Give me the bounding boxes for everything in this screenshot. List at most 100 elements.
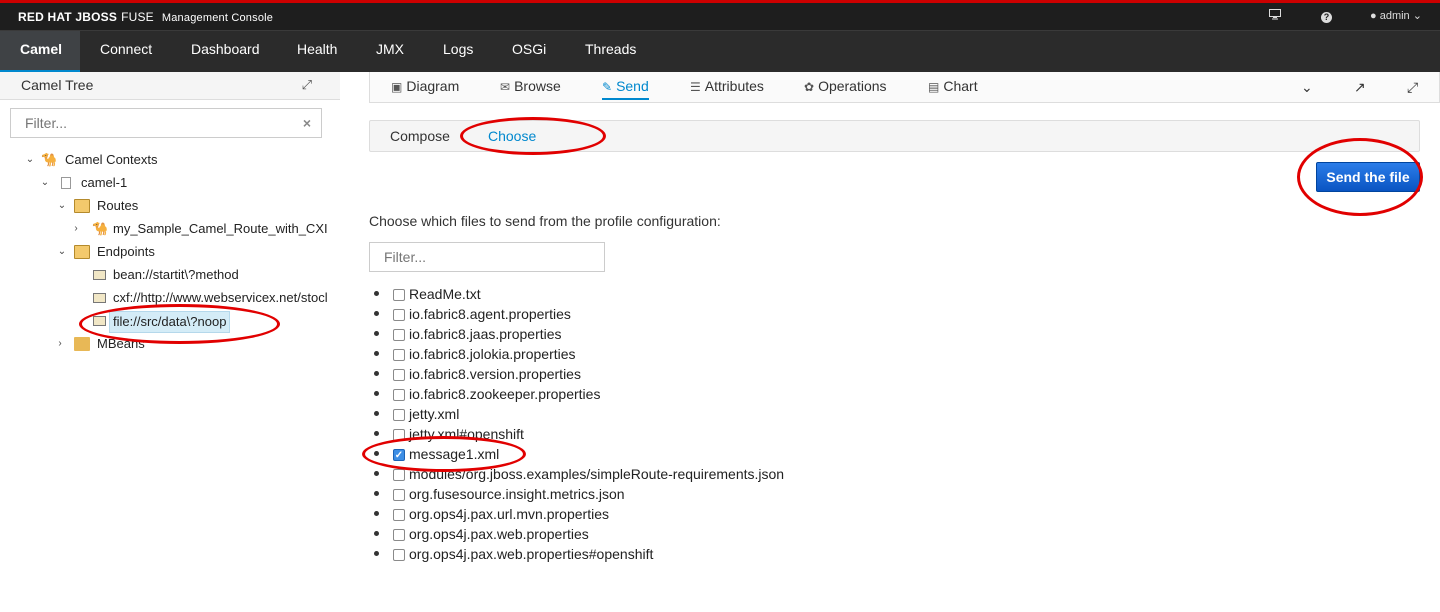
file-item: io.fabric8.agent.properties: [374, 304, 794, 324]
bullet-icon: [374, 551, 379, 556]
clear-filter-icon[interactable]: ×: [303, 115, 311, 131]
bullet-icon: [374, 291, 379, 296]
file-name: org.fusesource.insight.metrics.json: [409, 486, 625, 502]
file-name: message1.xml: [409, 446, 500, 462]
brand-subtitle: Management Console: [161, 12, 274, 24]
chevron-down-icon[interactable]: ⌄: [56, 196, 68, 216]
camel-tree-sidebar: Camel Tree ⤢ × ⌄ 🐪 Camel Contexts ⌄ came…: [0, 72, 340, 612]
file-item: ✓ message1.xml: [374, 444, 794, 464]
main-panel: ▣ Diagram ✉ Browse ✎ Send ☰ Attributes ✿ Oper…: [360, 72, 1440, 612]
file-name: jetty.xml: [409, 406, 460, 422]
envelope-icon: ✉: [500, 80, 511, 94]
file-item: ReadMe.txt: [374, 284, 794, 304]
user-menu[interactable]: ● admin ⌄: [1370, 9, 1422, 22]
tab-send[interactable]: ✎ Send: [602, 78, 649, 100]
chevron-down-icon[interactable]: ⌄: [39, 173, 51, 193]
nav-health[interactable]: Health: [277, 31, 357, 72]
tree-filter: ×: [10, 108, 322, 138]
file-checkbox[interactable]: [393, 329, 405, 341]
tab-label: Diagram: [406, 78, 460, 94]
tree-node-context[interactable]: ⌄ camel-1: [0, 173, 340, 193]
nav-dashboard[interactable]: Dashboard: [171, 31, 280, 72]
file-name: org.ops4j.pax.web.properties: [409, 526, 589, 542]
leaf-icon: ✿: [804, 80, 815, 94]
tree-filter-input[interactable]: [11, 109, 291, 137]
user-icon: ●: [1370, 10, 1377, 22]
expand-icon[interactable]: ⤢: [302, 77, 312, 93]
tab-diagram[interactable]: ▣ Diagram: [391, 78, 459, 100]
file-checkbox[interactable]: [393, 529, 405, 541]
file-name: ReadMe.txt: [409, 286, 481, 302]
tab-label: Operations: [818, 78, 887, 94]
file-checkbox[interactable]: ✓: [393, 449, 405, 461]
file-checkbox[interactable]: [393, 469, 405, 481]
file-checkbox[interactable]: [393, 509, 405, 521]
bullet-icon: [374, 351, 379, 356]
file-checkbox[interactable]: [393, 389, 405, 401]
help-icon[interactable]: ?: [1321, 12, 1332, 23]
share-icon[interactable]: ↗: [1354, 79, 1366, 96]
bullet-icon: [374, 311, 379, 316]
file-checkbox[interactable]: [393, 289, 405, 301]
brand-logo[interactable]: RED HAT JBOSS FUSE Management Console: [18, 10, 273, 24]
tab-operations[interactable]: ✿ Operations: [804, 78, 887, 100]
tab-attributes[interactable]: ☰ Attributes: [690, 78, 764, 100]
file-name: org.ops4j.pax.url.mvn.properties: [409, 506, 609, 522]
tree-node-route[interactable]: › 🐪 my_Sample_Camel_Route_with_CXI: [0, 219, 340, 239]
tree-label: my_Sample_Camel_Route_with_CXI: [113, 221, 328, 236]
chevron-right-icon[interactable]: ›: [54, 334, 66, 354]
tab-browse[interactable]: ✉ Browse: [500, 78, 561, 100]
tab-chart[interactable]: ▤ Chart: [928, 78, 978, 100]
monitor-icon[interactable]: [1269, 9, 1281, 23]
tab-label: Attributes: [704, 78, 764, 94]
instruction-text: Choose which files to send from the prof…: [369, 213, 721, 229]
nav-camel[interactable]: Camel: [0, 31, 80, 72]
tree-label: cxf://http://www.webservicex.net/stocl: [113, 290, 328, 305]
sidebar-header: Camel Tree ⤢: [0, 72, 340, 100]
tree-node-endpoint[interactable]: cxf://http://www.webservicex.net/stocl: [0, 288, 332, 308]
file-name: io.fabric8.agent.properties: [409, 306, 571, 322]
file-checkbox[interactable]: [393, 549, 405, 561]
file-filter-input[interactable]: [370, 243, 604, 271]
file-checkbox[interactable]: [393, 429, 405, 441]
file-checkbox[interactable]: [393, 349, 405, 361]
subtab-choose[interactable]: Choose: [488, 128, 536, 144]
nav-connect[interactable]: Connect: [80, 31, 172, 72]
chevron-down-icon[interactable]: ⌄: [24, 150, 36, 170]
file-checkbox[interactable]: [393, 369, 405, 381]
send-file-button[interactable]: Send the file: [1316, 162, 1420, 192]
tree-label: camel-1: [81, 175, 128, 190]
brand-bar: RED HAT JBOSS FUSE Management Console ? ● …: [0, 3, 1440, 31]
file-checkbox[interactable]: [393, 309, 405, 321]
bullet-icon: [374, 531, 379, 536]
tree-label: Endpoints: [97, 244, 155, 259]
file-item: io.fabric8.version.properties: [374, 364, 794, 384]
tree-node-camel-contexts[interactable]: ⌄ 🐪 Camel Contexts: [0, 150, 340, 170]
tree-label: Routes: [97, 198, 139, 213]
tree-node-mbeans[interactable]: › MBeans: [0, 334, 340, 354]
user-name: admin: [1379, 10, 1410, 22]
file-checkbox[interactable]: [393, 409, 405, 421]
folder-open-icon: [74, 199, 90, 213]
chevron-right-icon[interactable]: ›: [70, 219, 82, 239]
chevron-down-icon[interactable]: ⌄: [1301, 79, 1313, 96]
file-name: modules/org.jboss.examples/simpleRoute-r…: [409, 466, 785, 482]
nav-jmx[interactable]: JMX: [356, 31, 424, 72]
fullscreen-icon[interactable]: ⤢: [1407, 79, 1418, 96]
image-icon: ▣: [391, 80, 403, 94]
file-item: org.ops4j.pax.web.properties#openshift: [374, 544, 794, 564]
chevron-down-icon: ⌄: [1412, 10, 1422, 22]
tree-label: file://src/data\?noop: [109, 311, 231, 333]
tree-node-routes[interactable]: ⌄ Routes: [0, 196, 340, 216]
tree-label: Camel Contexts: [65, 152, 158, 167]
file-item: modules/org.jboss.examples/simpleRoute-r…: [374, 464, 794, 484]
tree-node-endpoints[interactable]: ⌄ Endpoints: [0, 242, 340, 262]
tree-node-endpoint[interactable]: bean://startit\?method: [0, 265, 340, 285]
tree-node-endpoint-selected[interactable]: file://src/data\?noop: [0, 311, 340, 333]
chevron-down-icon[interactable]: ⌄: [56, 242, 68, 262]
nav-threads[interactable]: Threads: [565, 31, 656, 72]
subtab-compose[interactable]: Compose: [390, 128, 450, 144]
file-checkbox[interactable]: [393, 489, 405, 501]
nav-logs[interactable]: Logs: [423, 31, 493, 72]
nav-osgi[interactable]: OSGi: [492, 31, 566, 72]
